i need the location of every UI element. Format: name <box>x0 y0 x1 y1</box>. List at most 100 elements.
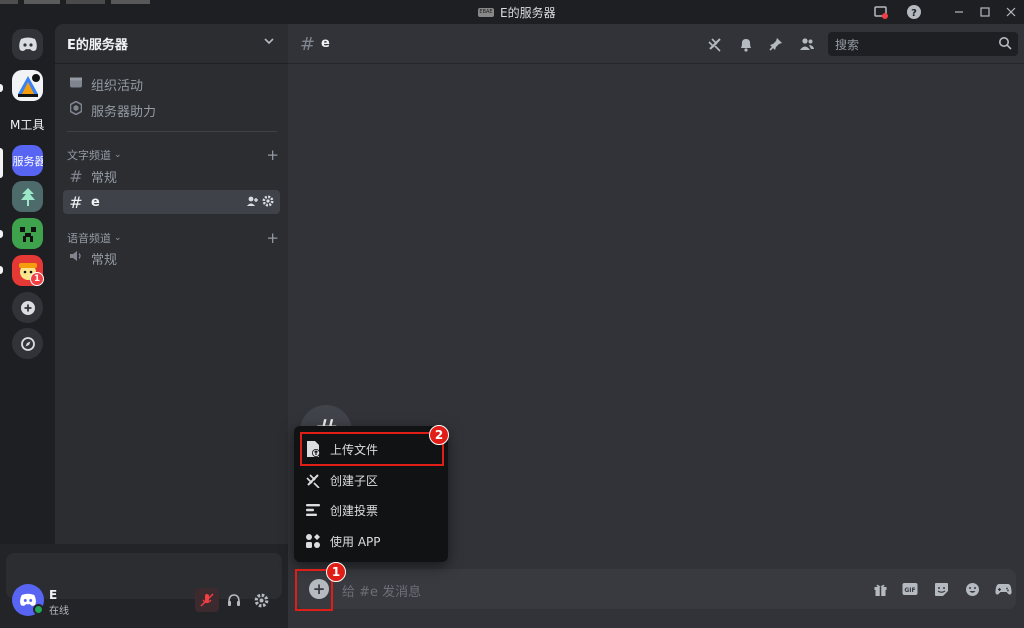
unread-indicator <box>0 266 3 274</box>
menu-item-label: 创建子区 <box>330 473 379 488</box>
plus-circle-icon <box>20 300 35 315</box>
add-server-button[interactable] <box>12 292 43 323</box>
online-status-dot <box>33 604 44 615</box>
server-header[interactable]: E的服务器 <box>55 24 288 64</box>
server-label-tool[interactable]: M工具 <box>10 116 44 133</box>
svg-text:GIF: GIF <box>904 587 915 594</box>
sidebar-item-label: 服务器助力 <box>91 104 157 120</box>
category-label: 文字频道 <box>67 149 111 162</box>
chevron-down-icon: ⌄ <box>114 233 122 243</box>
search-input[interactable]: 搜索 <box>828 32 1018 56</box>
category-text-channels[interactable]: 文字频道 ⌄ + <box>67 146 279 164</box>
chevron-down-icon <box>264 38 274 45</box>
deafen-button[interactable] <box>222 588 246 612</box>
server-icon-5[interactable]: 1 <box>12 255 44 286</box>
server-icon-1[interactable] <box>12 70 43 101</box>
gear-icon <box>254 593 268 607</box>
poll-icon <box>302 500 324 520</box>
emoji-icon[interactable] <box>962 579 982 599</box>
minimize-icon[interactable] <box>949 3 969 21</box>
sidebar-divider <box>67 131 277 132</box>
hash-icon: # <box>300 34 316 55</box>
search-placeholder: 搜索 <box>835 37 860 52</box>
unread-indicator <box>0 230 3 238</box>
pin-icon[interactable] <box>766 34 786 54</box>
hash-icon: # <box>69 192 83 212</box>
close-icon[interactable] <box>1001 3 1021 21</box>
screen-share-icon[interactable] <box>871 3 891 21</box>
gif-icon[interactable]: GIF <box>900 579 920 599</box>
thread-icon <box>302 470 324 490</box>
sticker-icon[interactable] <box>931 579 951 599</box>
step-badge-2: 2 <box>429 425 449 445</box>
hash-icon: # <box>69 166 83 186</box>
creeper-icon <box>14 220 41 247</box>
threads-icon[interactable] <box>705 34 725 54</box>
svg-text:?: ? <box>911 8 917 19</box>
notification-badge: 1 <box>30 272 44 286</box>
gear-icon[interactable] <box>262 195 274 211</box>
menu-item-create-poll[interactable]: 创建投票 <box>302 496 440 524</box>
step-badge-1: 1 <box>326 562 346 582</box>
channel-sidebar: E的服务器 组织活动 服务器助力 文字频道 ⌄ + # 常规 # e 语音频道 <box>55 24 288 628</box>
message-input[interactable]: 给 #e 发消息 <box>342 581 421 600</box>
title-bar: EBAE E的服务器 ? <box>0 0 1024 24</box>
server-icon-4[interactable] <box>12 218 43 249</box>
unread-indicator <box>0 84 3 92</box>
sidebar-item-boost[interactable]: 服务器助力 <box>63 98 280 122</box>
sidebar-item-label: 组织活动 <box>91 78 144 94</box>
channel-e[interactable]: # e <box>63 190 280 214</box>
channel-general-voice[interactable]: 常规 <box>63 246 280 270</box>
server-name: E的服务器 <box>67 38 128 53</box>
tree-icon <box>20 187 35 206</box>
highlight-upload-file <box>300 432 444 466</box>
add-channel-icon[interactable]: + <box>266 229 279 247</box>
gift-icon[interactable] <box>870 579 890 599</box>
user-status: 在线 <box>49 606 69 617</box>
window-title: EBAE E的服务器 <box>478 4 556 21</box>
game-controller-icon[interactable] <box>993 579 1013 599</box>
explore-button[interactable] <box>12 328 43 359</box>
channel-general-text[interactable]: # 常规 <box>63 164 280 188</box>
channel-label: 常规 <box>91 252 118 268</box>
menu-item-use-app[interactable]: 使用 APP <box>302 527 440 555</box>
maximize-icon[interactable] <box>975 3 995 21</box>
channel-name: e <box>321 36 330 51</box>
window-title-text: E的服务器 <box>500 6 556 20</box>
chevron-down-icon: ⌄ <box>114 150 122 160</box>
headphones-icon <box>228 594 240 606</box>
server-icon-3[interactable] <box>12 181 43 212</box>
app-badge: EBAE <box>478 8 494 17</box>
apps-icon <box>302 531 324 551</box>
ship-icon <box>17 73 40 97</box>
selected-indicator <box>0 148 3 178</box>
server-label-current: 的服务器 <box>12 154 43 168</box>
server-rail: M工具 的服务器 1 <box>0 24 55 628</box>
server-icon-current[interactable]: 的服务器 <box>12 145 43 176</box>
channel-label: e <box>91 194 100 210</box>
member-list-icon[interactable] <box>797 34 817 54</box>
direct-messages-button[interactable] <box>12 29 43 60</box>
mic-muted-icon <box>200 593 214 607</box>
username: E <box>49 588 58 602</box>
menu-item-label: 使用 APP <box>330 534 381 549</box>
calendar-icon <box>68 75 84 93</box>
compass-icon <box>20 336 35 351</box>
search-icon <box>999 37 1012 50</box>
title-bar-artifact <box>0 0 150 4</box>
message-composer[interactable]: + 给 #e 发消息 GIF <box>296 569 1016 609</box>
boost-icon <box>68 100 84 119</box>
menu-item-label: 创建投票 <box>330 503 379 518</box>
help-icon[interactable]: ? <box>904 3 924 21</box>
user-settings-button[interactable] <box>249 588 273 612</box>
channel-label: 常规 <box>91 170 118 186</box>
speaker-icon <box>68 249 84 267</box>
category-voice-channels[interactable]: 语音频道 ⌄ + <box>67 229 279 247</box>
mute-mic-button[interactable] <box>195 588 219 612</box>
menu-item-create-thread[interactable]: 创建子区 <box>302 466 440 494</box>
bell-icon[interactable] <box>736 34 756 54</box>
invite-members-icon[interactable] <box>246 195 258 211</box>
sidebar-item-events[interactable]: 组织活动 <box>63 72 280 96</box>
add-channel-icon[interactable]: + <box>266 146 279 164</box>
channel-header: # e 搜索 <box>288 24 1024 64</box>
